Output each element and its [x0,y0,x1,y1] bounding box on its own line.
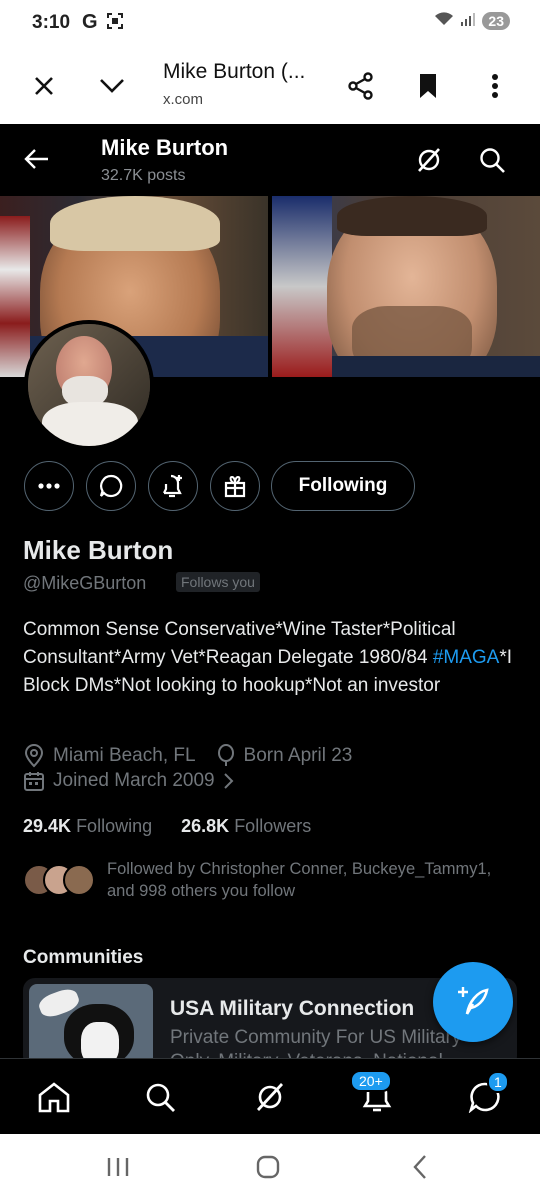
born-item: Born April 23 [216,744,353,768]
balloon-icon [217,744,234,766]
followers-stat[interactable]: 26.8K Followers [181,816,311,836]
search-tab[interactable] [140,1077,180,1117]
banner-right-photo [272,196,540,377]
notifications-badge: 20+ [350,1070,392,1092]
followers-label: Followers [234,816,312,836]
browser-page-title: Mike Burton (... [163,60,306,83]
profile-header: Mike Burton 32.7K posts [0,124,540,196]
close-icon[interactable] [24,66,64,106]
browser-toolbar: Mike Burton (... x.com [0,46,540,124]
calendar-icon [24,772,44,791]
follow-stats: 29.4K Following 26.8K Followers [23,816,311,837]
status-time: 3:10 [32,12,71,33]
home-icon [38,1082,70,1113]
joined-item: Joined March 2009 [23,770,243,792]
battery-icon: 23 [482,12,510,30]
location-text: Miami Beach, FL [53,745,196,766]
header-name: Mike Burton [101,135,229,160]
follower-avatar [63,864,95,896]
communities-heading: Communities [23,947,144,968]
profile-meta-row: Miami Beach, FL Born April 23 [23,744,372,768]
gift-button[interactable] [210,461,260,511]
more-vert-icon[interactable] [475,66,515,106]
notify-button[interactable] [148,461,198,511]
bottom-navigation: 20+ 1 [0,1058,540,1135]
message-button[interactable] [86,461,136,511]
location-item: Miami Beach, FL [23,744,196,768]
screenshot-icon [106,12,124,35]
grok-icon [256,1083,284,1111]
wifi-icon [434,11,454,31]
feather-plus-icon [458,987,489,1015]
grok-icon[interactable] [415,146,443,179]
profile-name: Mike Burton [23,535,174,565]
follows-you-badge: Follows you [176,572,260,592]
chat-bubble-icon [99,474,123,498]
back-arrow-icon[interactable] [24,148,50,175]
community-name: USA Military Connection [170,997,415,1020]
bio-hashtag-link[interactable]: #MAGA [433,647,500,668]
google-icon: G [82,11,98,33]
profile-actions: Following [0,460,540,512]
messages-badge: 1 [487,1071,509,1093]
avatar[interactable] [24,320,154,450]
browser-url: x.com [163,91,204,108]
recents-icon[interactable] [98,1152,138,1182]
born-text: Born April 23 [243,745,353,766]
compose-button[interactable] [433,962,513,1042]
system-navigation-bar [0,1134,540,1200]
more-options-button[interactable] [24,461,74,511]
following-button[interactable]: Following [271,461,415,511]
signal-icon [460,11,476,31]
chevron-down-icon[interactable] [92,66,132,106]
community-image [29,984,153,1068]
followed-by-text[interactable]: Followed by Christopher Conner, Buckeye_… [107,858,507,902]
following-label: Following [76,816,153,836]
grok-tab[interactable] [250,1077,290,1117]
status-bar: 3:10 G 23 [0,0,540,46]
bio-text: Common Sense Conservative*Wine Taster*Po… [23,619,456,668]
joined-text: Joined March 2009 [53,770,215,791]
home-tab[interactable] [34,1077,74,1117]
following-stat[interactable]: 29.4K Following [23,816,152,836]
bell-plus-icon [163,474,182,498]
chevron-right-icon [223,773,234,789]
search-icon [146,1083,175,1112]
more-horiz-icon [38,483,60,489]
location-pin-icon [24,744,44,768]
gift-icon [224,475,246,498]
bookmark-icon[interactable] [408,66,448,106]
back-icon[interactable] [400,1152,440,1182]
joined-row[interactable]: Joined March 2009 [23,770,263,792]
profile-bio: Common Sense Conservative*Wine Taster*Po… [23,616,523,700]
home-button-icon[interactable] [248,1152,288,1182]
following-count: 29.4K [23,816,72,836]
search-icon[interactable] [478,146,506,179]
header-post-count: 32.7K posts [101,167,186,184]
followers-count: 26.8K [181,816,230,836]
share-icon[interactable] [341,66,381,106]
profile-handle: @MikeGBurton [23,573,147,593]
status-icons: 23 [434,11,510,31]
